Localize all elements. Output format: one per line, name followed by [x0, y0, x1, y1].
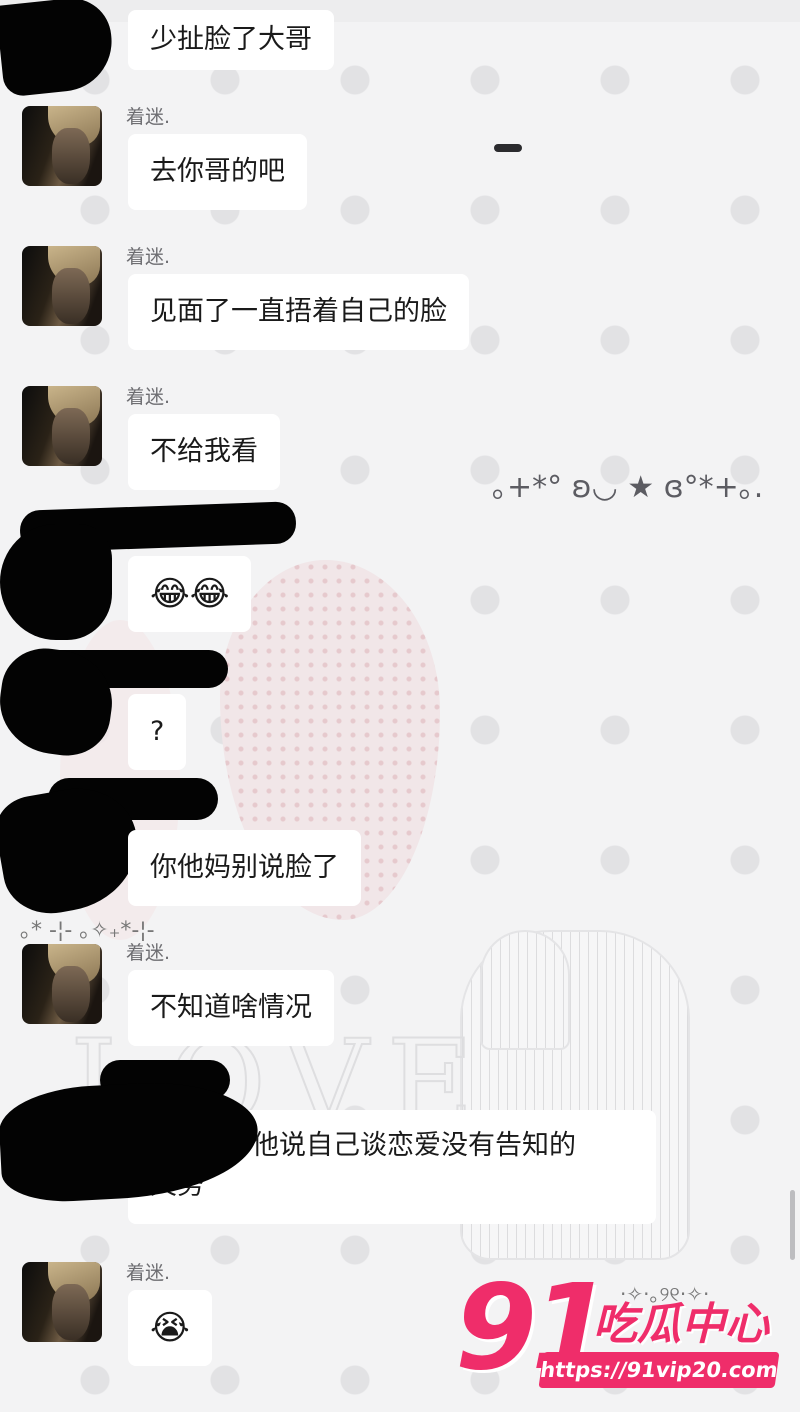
- anime-character-avatar-icon[interactable]: [22, 1262, 102, 1342]
- message-bubble[interactable]: 不给我看: [128, 414, 280, 490]
- scrollbar[interactable]: [790, 1190, 795, 1260]
- watermark-url: https://91vip20.com: [538, 1352, 780, 1388]
- message-bubble[interactable]: 见面了一直捂着自己的脸: [128, 274, 469, 350]
- sender-name: 着迷.: [126, 246, 171, 268]
- redacted-avatar: [0, 0, 117, 98]
- watermark-title: 吃瓜中心: [593, 1299, 769, 1350]
- message-bubble[interactable]: ?: [128, 694, 187, 770]
- message-bubble[interactable]: 你他妈别说脸了: [128, 830, 361, 906]
- sender-name: 着迷.: [126, 106, 171, 128]
- message-text: 你他妈别说脸了: [150, 852, 339, 883]
- sender-name: 着迷.: [126, 1262, 171, 1284]
- redacted-avatar: [0, 524, 112, 640]
- kaomoji-decoration: ｡+*° ʚ◡ ★ ɞ°*+｡.: [492, 470, 764, 505]
- message-bubble[interactable]: 少扯脸了大哥: [128, 10, 334, 70]
- anime-character-avatar-icon[interactable]: [22, 386, 102, 466]
- anime-character-avatar-icon[interactable]: [22, 246, 102, 326]
- sender-name: 着迷.: [126, 942, 171, 964]
- anime-character-avatar-icon[interactable]: [22, 944, 102, 1024]
- message-bubble[interactable]: 😂😂: [128, 556, 252, 632]
- dash-mark: [494, 144, 522, 152]
- message-text: 不知道啥情况: [150, 992, 312, 1023]
- message-bubble[interactable]: 去你哥的吧: [128, 134, 307, 210]
- sender-name: 着迷.: [126, 386, 171, 408]
- message-bubble[interactable]: 不知道啥情况: [128, 970, 334, 1046]
- message-text: 见面了一直捂着自己的脸: [150, 296, 447, 327]
- message-text: 他说自己谈恋爱没有告知的: [252, 1130, 576, 1161]
- top-strip: [0, 0, 800, 22]
- striped-bunny-ear-decoration: [480, 930, 570, 1050]
- anime-character-avatar-icon[interactable]: [22, 106, 102, 186]
- message-text: ?: [150, 716, 165, 747]
- message-text: 去你哥的吧: [150, 156, 285, 187]
- message-bubble[interactable]: 😭: [128, 1290, 212, 1366]
- message-text: 不给我看: [150, 436, 258, 467]
- message-emoji: 😭: [150, 1308, 190, 1348]
- watermark-logo: 91 吃瓜中心 https://91vip20.com: [455, 1268, 785, 1398]
- message-text: 少扯脸了大哥: [150, 24, 312, 55]
- message-emoji: 😂😂: [150, 574, 230, 614]
